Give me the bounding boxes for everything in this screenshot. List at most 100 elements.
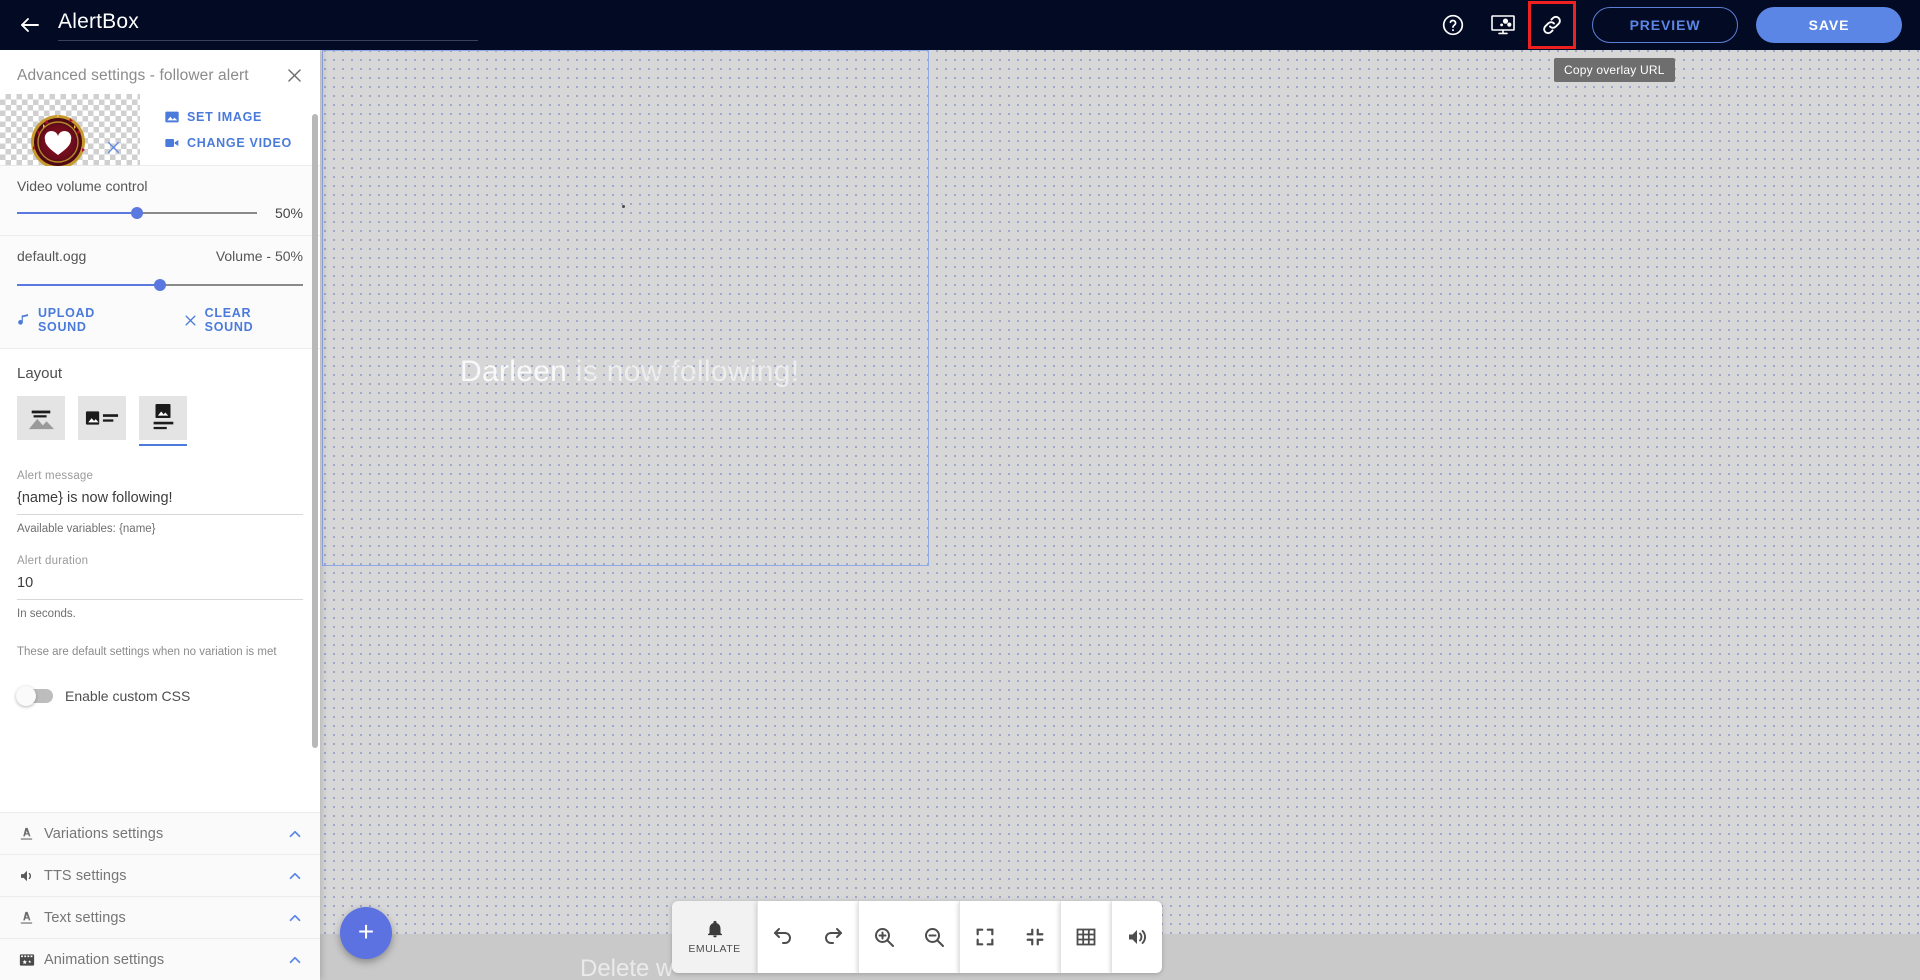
copy-overlay-url-button[interactable]: [1528, 1, 1576, 49]
save-button[interactable]: SAVE: [1756, 7, 1902, 43]
fullscreen-icon[interactable]: [960, 901, 1010, 973]
music-note-icon: [17, 312, 31, 328]
layout-image-top-option[interactable]: [17, 396, 65, 440]
chevron-up-icon[interactable]: [286, 867, 304, 885]
media-actions: SET IMAGE CHANGE VIDEO: [140, 94, 320, 165]
sound-tool-group: [1111, 901, 1162, 973]
alert-duration-input[interactable]: [17, 575, 303, 600]
close-icon: [183, 313, 198, 328]
video-volume-label: Video volume control: [17, 178, 148, 194]
alert-message-label: Alert message: [17, 470, 94, 482]
alert-preview-rest: is now following!: [567, 355, 800, 388]
layout-image-above-text-option[interactable]: [139, 396, 187, 446]
slider-fill: [17, 284, 160, 286]
text-format-icon: [18, 909, 44, 926]
alert-message-input[interactable]: [17, 490, 303, 515]
bell-icon: [705, 919, 725, 939]
chevron-up-icon[interactable]: [286, 951, 304, 969]
video-volume-slider[interactable]: [17, 206, 257, 220]
video-icon: [164, 135, 180, 151]
accordion-text-settings[interactable]: Text settings: [0, 896, 320, 938]
alert-preview-text: Darleen is now following!: [460, 355, 799, 389]
link-icon: [1540, 13, 1564, 37]
alert-message-hint: Available variables: {name}: [17, 523, 156, 535]
undo-icon[interactable]: [758, 901, 808, 973]
help-circle-icon: [1441, 13, 1465, 37]
alert-image-thumbnail[interactable]: [0, 94, 140, 166]
plus-icon: +: [357, 915, 375, 947]
chevron-up-icon[interactable]: [286, 909, 304, 927]
chevron-up-icon[interactable]: [286, 825, 304, 843]
custom-css-toggle-row[interactable]: Enable custom CSS: [16, 686, 303, 706]
accordion-variations-settings[interactable]: Variations settings: [0, 812, 320, 854]
emulate-label: EMULATE: [688, 943, 741, 955]
alert-message-field: Alert message Available variables: {name…: [17, 470, 303, 535]
arrow-left-icon: [18, 13, 42, 37]
sidebar-scrollbar[interactable]: [312, 114, 318, 748]
video-volume-value: 50%: [274, 205, 303, 221]
set-image-button[interactable]: SET IMAGE: [164, 109, 320, 125]
remove-image-icon[interactable]: [105, 139, 122, 156]
top-bar-actions: PREVIEW SAVE: [1428, 0, 1902, 50]
close-icon[interactable]: [285, 66, 304, 85]
alert-duration-hint: In seconds.: [17, 608, 76, 620]
title-underline: [58, 40, 478, 41]
alert-duration-label: Alert duration: [17, 555, 89, 567]
custom-css-label: Enable custom CSS: [65, 688, 191, 704]
advanced-settings-panel: Advanced settings - follower alert SET I…: [0, 50, 320, 980]
canvas-toolbar: EMULATE: [672, 901, 1162, 973]
layout-and-fields-section: Layout Alert message {name} is now follo…: [0, 349, 320, 718]
change-video-button[interactable]: CHANGE VIDEO: [164, 135, 320, 151]
video-volume-section: Video volume control 50%: [0, 166, 320, 236]
layout-image-above-text-icon: [153, 403, 174, 430]
app-title-input[interactable]: [58, 10, 478, 40]
clear-sound-button[interactable]: CLEAR SOUND: [183, 306, 303, 334]
slider-fill: [17, 212, 137, 214]
volume-icon[interactable]: [1112, 901, 1162, 973]
volume-icon: [18, 867, 44, 885]
slider-knob[interactable]: [154, 279, 166, 291]
accordion-label: Variations settings: [44, 825, 164, 842]
selection-box[interactable]: 733.20px x 617.84px: [322, 50, 929, 566]
alert-duration-field: Alert duration In seconds.: [17, 555, 303, 620]
alertbox-editor: 733.20px x 617.84px Darleen is now follo…: [0, 0, 1920, 980]
emulate-button[interactable]: EMULATE: [672, 901, 757, 973]
grid-icon[interactable]: [1061, 901, 1111, 973]
preview-button[interactable]: PREVIEW: [1592, 7, 1738, 43]
upload-sound-label: UPLOAD SOUND: [38, 306, 95, 334]
preview-label: PREVIEW: [1629, 17, 1701, 33]
sidebar-scroll-area[interactable]: Advanced settings - follower alert SET I…: [0, 50, 320, 832]
add-widget-button[interactable]: +: [340, 907, 392, 959]
switch-handle: [16, 686, 36, 706]
accordion-label: TTS settings: [44, 867, 127, 884]
delete-widget-text: Delete w: [580, 955, 674, 980]
copy-overlay-url-tooltip: Copy overlay URL: [1554, 58, 1675, 82]
panel-title: Advanced settings - follower alert: [17, 66, 249, 84]
zoom-out-icon[interactable]: [909, 901, 959, 973]
overlay-settings-button[interactable]: [1478, 0, 1528, 50]
accordion-label: Text settings: [44, 909, 126, 926]
help-button[interactable]: [1428, 0, 1478, 50]
accordion-tts-settings[interactable]: TTS settings: [0, 854, 320, 896]
collapse-icon[interactable]: [1010, 901, 1060, 973]
slider-knob[interactable]: [131, 207, 143, 219]
sound-volume-slider[interactable]: [17, 278, 303, 292]
save-label: SAVE: [1808, 17, 1850, 33]
alert-preview-name: Darleen: [460, 355, 568, 388]
layout-options: [17, 396, 303, 446]
accordion-animation-settings[interactable]: Animation settings: [0, 938, 320, 980]
redo-icon[interactable]: [808, 901, 858, 973]
app-title-field[interactable]: [58, 0, 478, 50]
change-video-label: CHANGE VIDEO: [187, 135, 292, 150]
panel-header: Advanced settings - follower alert: [0, 57, 320, 94]
film-icon: [18, 951, 44, 969]
zoom-in-icon[interactable]: [859, 901, 909, 973]
sound-file-name: default.ogg: [17, 248, 87, 264]
upload-sound-button[interactable]: UPLOAD SOUND: [17, 306, 147, 334]
back-button[interactable]: [8, 0, 52, 50]
custom-css-switch[interactable]: [16, 686, 53, 706]
default-settings-note: These are default settings when no varia…: [17, 646, 277, 658]
layout-image-left-icon: [85, 411, 119, 425]
layout-image-left-option[interactable]: [78, 396, 126, 440]
monitor-settings-icon: [1490, 13, 1516, 37]
